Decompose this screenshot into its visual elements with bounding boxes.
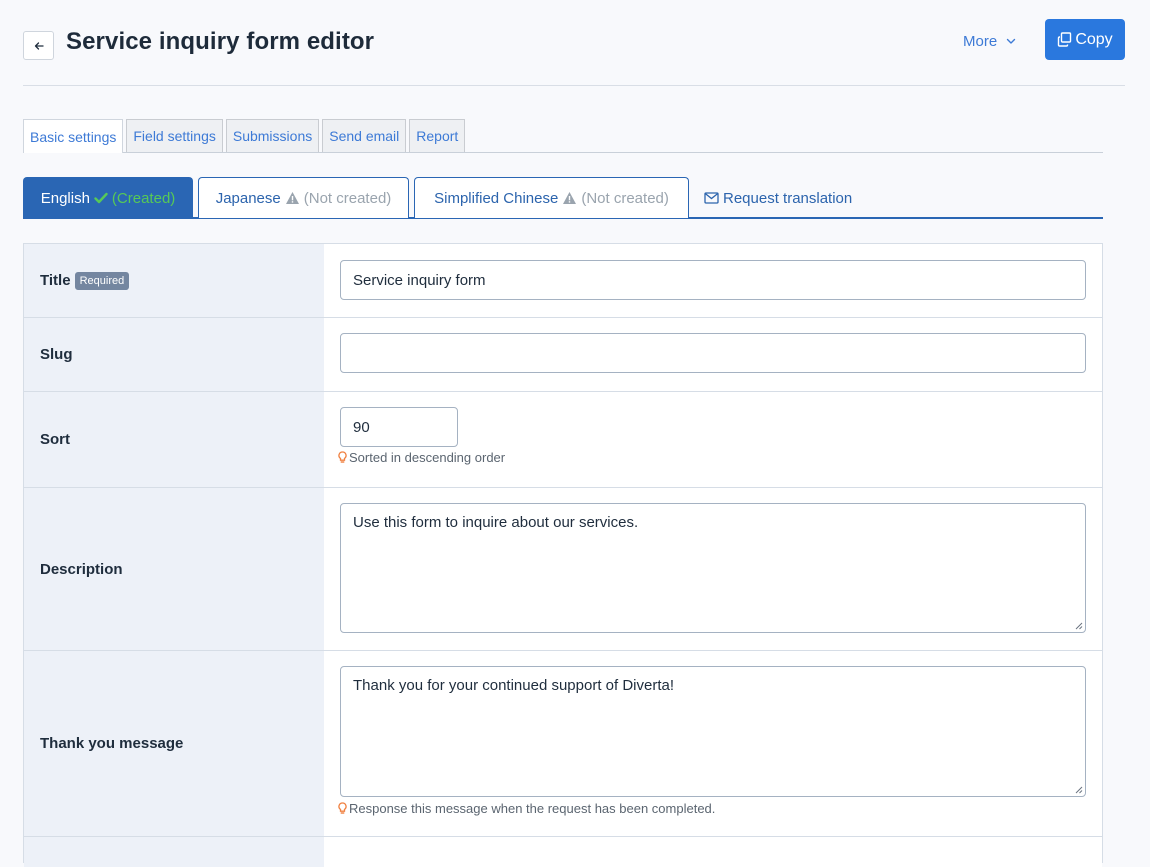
form-editor-page: Service inquiry form editor More Copy Ba… xyxy=(0,0,1150,867)
sort-hint: Sorted in descending order xyxy=(338,450,505,465)
title-label: Title xyxy=(40,272,71,289)
field-cell xyxy=(324,837,1102,867)
more-button[interactable]: More xyxy=(963,30,1016,52)
field-label xyxy=(24,837,324,867)
form-table: Title Required Service inquiry form Slug… xyxy=(23,243,1103,867)
language-tab-english[interactable]: English (Created) xyxy=(23,177,193,218)
field-label: Slug xyxy=(24,318,324,391)
field-label: Sort xyxy=(24,392,324,487)
tab-field-settings[interactable]: Field settings xyxy=(126,119,223,152)
field-label: Thank you message xyxy=(24,651,324,836)
field-cell: Service inquiry form xyxy=(324,244,1102,317)
back-button[interactable] xyxy=(23,31,54,60)
language-name: English xyxy=(40,189,90,207)
thank-you-textarea[interactable]: Thank you for your continued support of … xyxy=(340,666,1086,797)
arrow-left-icon xyxy=(34,41,44,50)
field-cell: 90 Sorted in descending order xyxy=(324,392,1102,487)
page-title: Service inquiry form editor xyxy=(66,28,375,55)
tab-basic-settings[interactable]: Basic settings xyxy=(23,119,124,153)
field-label: Description xyxy=(24,488,324,650)
warning-icon xyxy=(285,192,299,204)
row-sort: Sort 90 Sorted in descending order xyxy=(24,392,1102,488)
row-thank-you-message: Thank you message Thank you for your con… xyxy=(24,651,1102,837)
row-next xyxy=(24,837,1102,867)
description-value: Use this form to inquire about our servi… xyxy=(353,514,639,531)
language-name: Japanese xyxy=(215,189,281,207)
field-cell xyxy=(324,318,1102,391)
hint-text: Sorted in descending order xyxy=(349,450,506,465)
tab-submissions[interactable]: Submissions xyxy=(225,119,320,152)
language-name: Simplified Chinese xyxy=(434,189,559,207)
envelope-icon xyxy=(704,192,719,204)
copy-label: Copy xyxy=(1075,30,1113,48)
page-header: Service inquiry form editor More Copy xyxy=(23,18,1125,86)
description-textarea[interactable]: Use this form to inquire about our servi… xyxy=(340,503,1086,633)
row-slug: Slug xyxy=(24,318,1102,392)
lightbulb-icon xyxy=(338,802,347,814)
request-translation-label: Request translation xyxy=(723,189,853,207)
language-tabs: English (Created) Japanese (Not created)… xyxy=(23,177,1103,219)
copy-button[interactable]: Copy xyxy=(1045,19,1125,60)
row-description: Description Use this form to inquire abo… xyxy=(24,488,1102,651)
resize-grip-icon[interactable] xyxy=(1075,622,1083,630)
slug-input[interactable] xyxy=(340,333,1086,373)
more-label: More xyxy=(963,32,998,50)
thank-you-value: Thank you for your continued support of … xyxy=(353,677,675,694)
field-cell: Use this form to inquire about our servi… xyxy=(324,488,1102,650)
tab-send-email[interactable]: Send email xyxy=(322,119,407,152)
required-badge: Required xyxy=(74,271,130,290)
tab-report[interactable]: Report xyxy=(409,119,466,152)
language-tab-simplified-chinese[interactable]: Simplified Chinese (Not created) xyxy=(414,177,689,218)
copy-icon xyxy=(1058,32,1072,47)
check-icon xyxy=(94,192,108,204)
language-status: (Not created) xyxy=(303,189,392,207)
row-title: Title Required Service inquiry form xyxy=(24,244,1102,318)
request-translation-link[interactable]: Request translation xyxy=(704,188,852,208)
resize-grip-icon[interactable] xyxy=(1075,786,1083,794)
main-tabs: Basic settings Field settings Submission… xyxy=(23,119,1103,153)
warning-icon xyxy=(563,192,577,204)
sort-input[interactable]: 90 xyxy=(340,407,458,447)
hint-text: Response this message when the request h… xyxy=(349,801,716,816)
field-cell: Thank you for your continued support of … xyxy=(324,651,1102,836)
title-input[interactable]: Service inquiry form xyxy=(340,260,1086,300)
field-label: Title Required xyxy=(24,244,324,317)
chevron-down-icon xyxy=(1006,38,1016,44)
language-status: (Not created) xyxy=(581,189,669,207)
language-status: (Created) xyxy=(111,189,176,207)
language-tab-japanese[interactable]: Japanese (Not created) xyxy=(198,177,409,218)
lightbulb-icon xyxy=(338,451,347,463)
thank-you-hint: Response this message when the request h… xyxy=(338,801,715,816)
